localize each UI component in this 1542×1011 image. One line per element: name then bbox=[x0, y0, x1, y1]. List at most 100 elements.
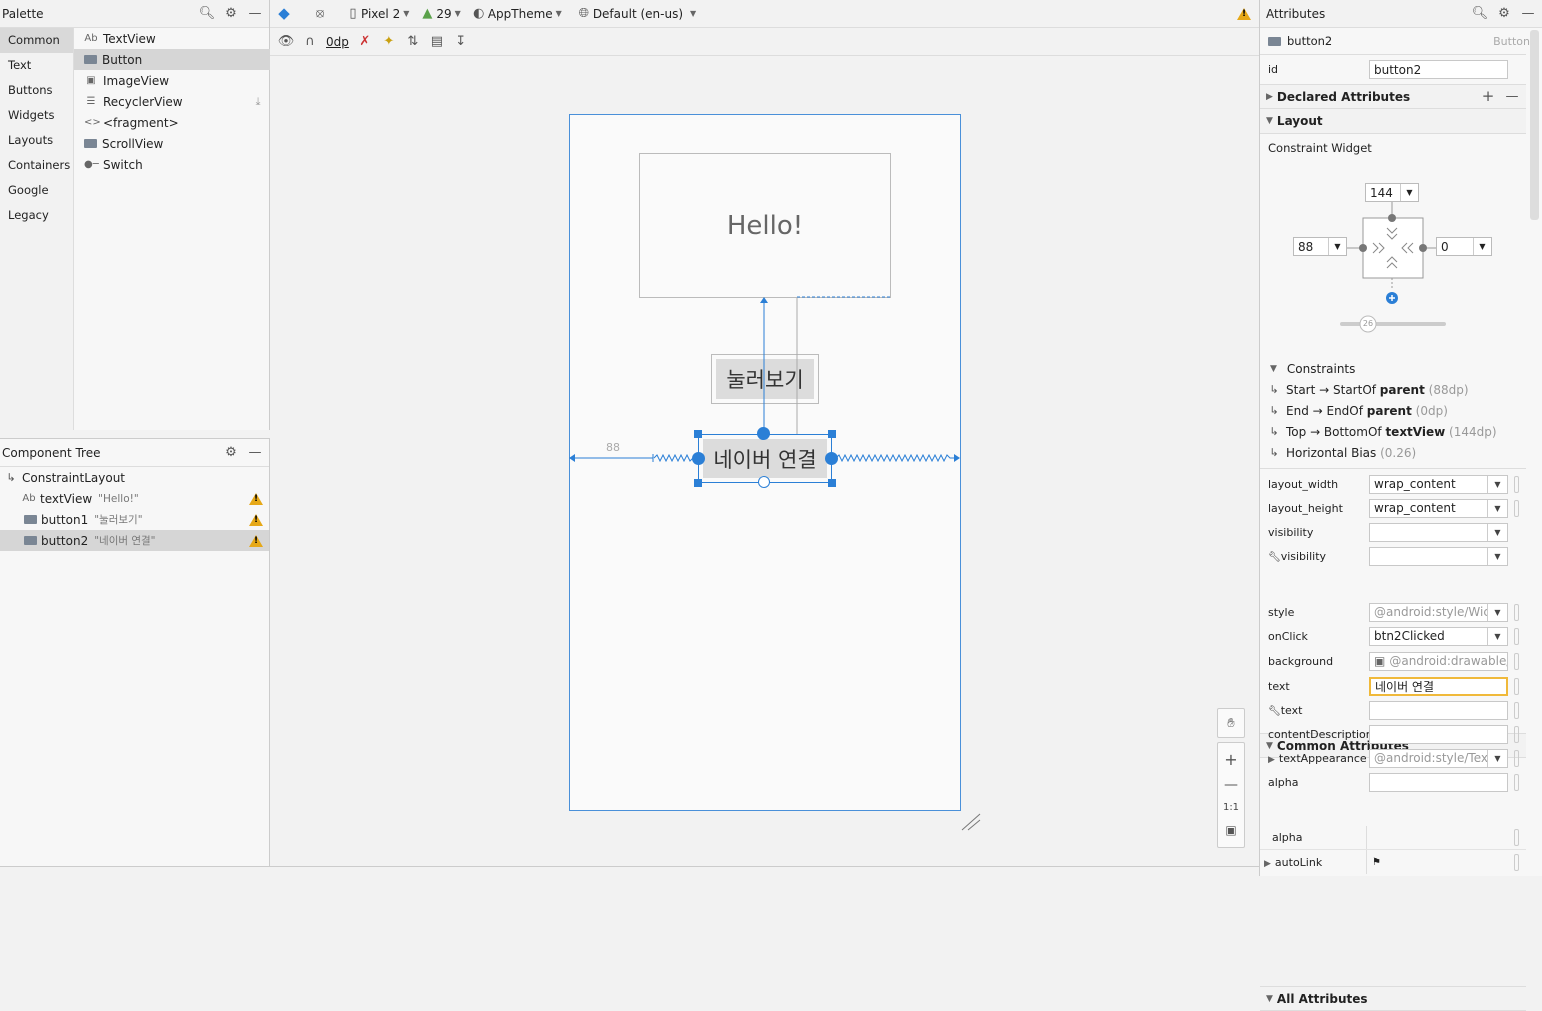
attributes-panel: Attributes 🔍︎ ⚙ — button2 Button id butt… bbox=[1259, 0, 1542, 1011]
attr-row-content-description: contentDescription bbox=[1260, 722, 1526, 746]
wrench-icon: 🔧︎ bbox=[1268, 705, 1281, 717]
constraints-list: ▼ Constraints ↳ Start → StartOf parent (88… bbox=[1260, 358, 1526, 463]
content-description-input[interactable] bbox=[1369, 724, 1508, 744]
zoom-fit-icon[interactable]: ▣ bbox=[1223, 822, 1239, 838]
tools-visibility-dropdown[interactable]: ▼ bbox=[1369, 546, 1508, 566]
attr-resource-button[interactable] bbox=[1514, 475, 1519, 493]
end-anchor-knob[interactable] bbox=[825, 452, 838, 465]
attr-row-visibility: visibility ▼ bbox=[1260, 520, 1526, 544]
attr-resource-button[interactable] bbox=[1514, 853, 1519, 871]
constraint-item[interactable]: ↳ Horizontal Bias (0.26) bbox=[1260, 442, 1526, 463]
background-input[interactable]: ▣ @android:drawable/b bbox=[1369, 651, 1508, 671]
attr-resource-button[interactable] bbox=[1514, 627, 1519, 645]
attr-resource-button[interactable] bbox=[1514, 603, 1519, 621]
top-anchor-knob[interactable] bbox=[757, 427, 770, 440]
onclick-dropdown[interactable]: btn2Clicked ▼ bbox=[1369, 626, 1508, 646]
constraint-item[interactable]: ↳ Top → BottomOf textView (144dp) bbox=[1260, 421, 1526, 442]
caret-right-icon[interactable]: ▶ bbox=[1264, 859, 1271, 869]
attr-label: visibility bbox=[1268, 525, 1314, 539]
resize-handle[interactable] bbox=[694, 430, 702, 438]
zoom-reset-button[interactable]: 1:1 bbox=[1223, 802, 1239, 813]
attr-label: text bbox=[1280, 703, 1303, 717]
attr-label: autoLink bbox=[1274, 855, 1323, 869]
section-title: All Attributes bbox=[1276, 991, 1368, 1006]
constraint-icon: ↳ bbox=[1269, 404, 1279, 417]
id-input[interactable]: button2 bbox=[1369, 60, 1508, 79]
attr-label: textAppearance bbox=[1278, 751, 1367, 765]
visibility-dropdown[interactable]: ▼ bbox=[1369, 522, 1508, 542]
attr-resource-button[interactable] bbox=[1514, 499, 1519, 517]
zoom-controls: + — 1:1 ▣ bbox=[1217, 742, 1245, 848]
attr-value: @android:style/Wic bbox=[1374, 605, 1490, 619]
gear-icon[interactable]: ⚙ bbox=[1496, 6, 1512, 22]
constraint-item[interactable]: ↳ Start → StartOf parent (88dp) bbox=[1260, 379, 1526, 400]
all-attributes: alpha ▶ autoLink ⚑ bbox=[1260, 826, 1526, 874]
chevron-down-icon: ▼ bbox=[1487, 603, 1507, 621]
attr-resource-button[interactable] bbox=[1514, 677, 1519, 695]
search-icon[interactable]: 🔍︎ bbox=[1472, 6, 1489, 22]
attributes-header: Attributes 🔍︎ ⚙ — bbox=[1260, 0, 1542, 28]
attr-row-background: background ▣ @android:drawable/b bbox=[1260, 648, 1526, 674]
attr-resource-button[interactable] bbox=[1514, 773, 1519, 791]
tools-text-input[interactable] bbox=[1369, 700, 1508, 720]
attributes-scrollbar[interactable] bbox=[1530, 30, 1539, 220]
caret-right-icon[interactable]: ▶ bbox=[1268, 755, 1275, 765]
caret-down-icon: ▼ bbox=[1270, 363, 1277, 374]
attr-value: @android:drawable/b bbox=[1389, 654, 1508, 668]
resize-handle[interactable] bbox=[694, 479, 702, 487]
chevron-down-icon: ▼ bbox=[1487, 627, 1507, 645]
common-attributes: style @android:style/Wic ▼ onClick btn2Clic… bbox=[1260, 600, 1526, 794]
wrench-icon: 🔧︎ bbox=[1268, 551, 1281, 563]
pan-button[interactable]: ✋︎ bbox=[1217, 708, 1245, 738]
end-spring bbox=[835, 453, 955, 463]
layout-height-dropdown[interactable]: wrap_content ▼ bbox=[1369, 498, 1508, 518]
text-appearance-dropdown[interactable]: @android:style/Tex ▼ bbox=[1369, 748, 1508, 768]
attr-resource-button[interactable] bbox=[1514, 829, 1519, 846]
start-anchor-knob[interactable] bbox=[692, 452, 705, 465]
resize-handle[interactable] bbox=[828, 430, 836, 438]
attr-label: visibility bbox=[1280, 549, 1327, 563]
button2-text: 네이버 연결 bbox=[703, 439, 827, 478]
resize-handle[interactable] bbox=[828, 479, 836, 487]
hand-icon: ✋︎ bbox=[1227, 715, 1235, 731]
button-icon bbox=[1268, 36, 1281, 46]
constraint-value: (144dp) bbox=[1449, 424, 1497, 439]
constraint-item[interactable]: ↳ End → EndOf parent (0dp) bbox=[1260, 400, 1526, 421]
attr-resource-button[interactable] bbox=[1514, 749, 1519, 767]
constraints-header[interactable]: ▼ Constraints bbox=[1260, 358, 1526, 379]
attr-row-alpha: alpha bbox=[1260, 770, 1526, 794]
attr-row-text-appearance: ▶ textAppearance @android:style/Tex ▼ bbox=[1260, 746, 1526, 770]
constraint-widget: 144 ▼ 88 ▼ 0 ▼ 26 bbox=[1260, 178, 1526, 348]
constraint-text: End → EndOf bbox=[1286, 403, 1367, 418]
attr-label: text bbox=[1268, 679, 1290, 693]
minimize-icon[interactable]: — bbox=[1520, 6, 1536, 22]
image-icon: ▣ bbox=[1374, 654, 1386, 668]
attr-resource-button[interactable] bbox=[1514, 652, 1519, 670]
flag-icon[interactable]: ⚑ bbox=[1372, 857, 1381, 868]
bottom-anchor-knob[interactable] bbox=[758, 476, 770, 488]
constraint-widget-graphic bbox=[1340, 202, 1446, 333]
remove-icon[interactable]: — bbox=[1504, 89, 1520, 105]
constraint-text: Start → StartOf bbox=[1286, 382, 1380, 397]
alpha-input[interactable] bbox=[1369, 772, 1508, 792]
constraint-text: Horizontal Bias bbox=[1286, 445, 1381, 460]
attr-row-text: text 네이버 연결 bbox=[1260, 674, 1526, 698]
all-attributes-section[interactable]: ▼ All Attributes bbox=[1260, 986, 1526, 1011]
attr-row-tools-visibility: 🔧︎visibility ▼ bbox=[1260, 544, 1526, 568]
top-constraint-arrow bbox=[760, 297, 768, 303]
selected-component-name: button2 bbox=[1287, 34, 1333, 48]
layout-section[interactable]: ▼ Layout bbox=[1260, 109, 1526, 134]
attr-resource-button[interactable] bbox=[1514, 701, 1519, 719]
attr-resource-button[interactable] bbox=[1514, 725, 1519, 743]
layout-width-dropdown[interactable]: wrap_content ▼ bbox=[1369, 474, 1508, 494]
attr-value: btn2Clicked bbox=[1374, 629, 1445, 643]
style-dropdown[interactable]: @android:style/Wic ▼ bbox=[1369, 602, 1508, 622]
add-icon[interactable]: + bbox=[1480, 89, 1496, 105]
zoom-in-icon[interactable]: + bbox=[1223, 751, 1239, 768]
text-input[interactable]: 네이버 연결 bbox=[1369, 676, 1508, 696]
attr-row-all-alpha: alpha bbox=[1260, 826, 1526, 850]
attr-value: @android:style/Tex bbox=[1374, 751, 1488, 765]
resize-handle-line bbox=[967, 819, 981, 831]
zoom-out-icon[interactable]: — bbox=[1223, 777, 1239, 793]
declared-attributes-section[interactable]: ▶ Declared Attributes + — bbox=[1260, 84, 1526, 109]
